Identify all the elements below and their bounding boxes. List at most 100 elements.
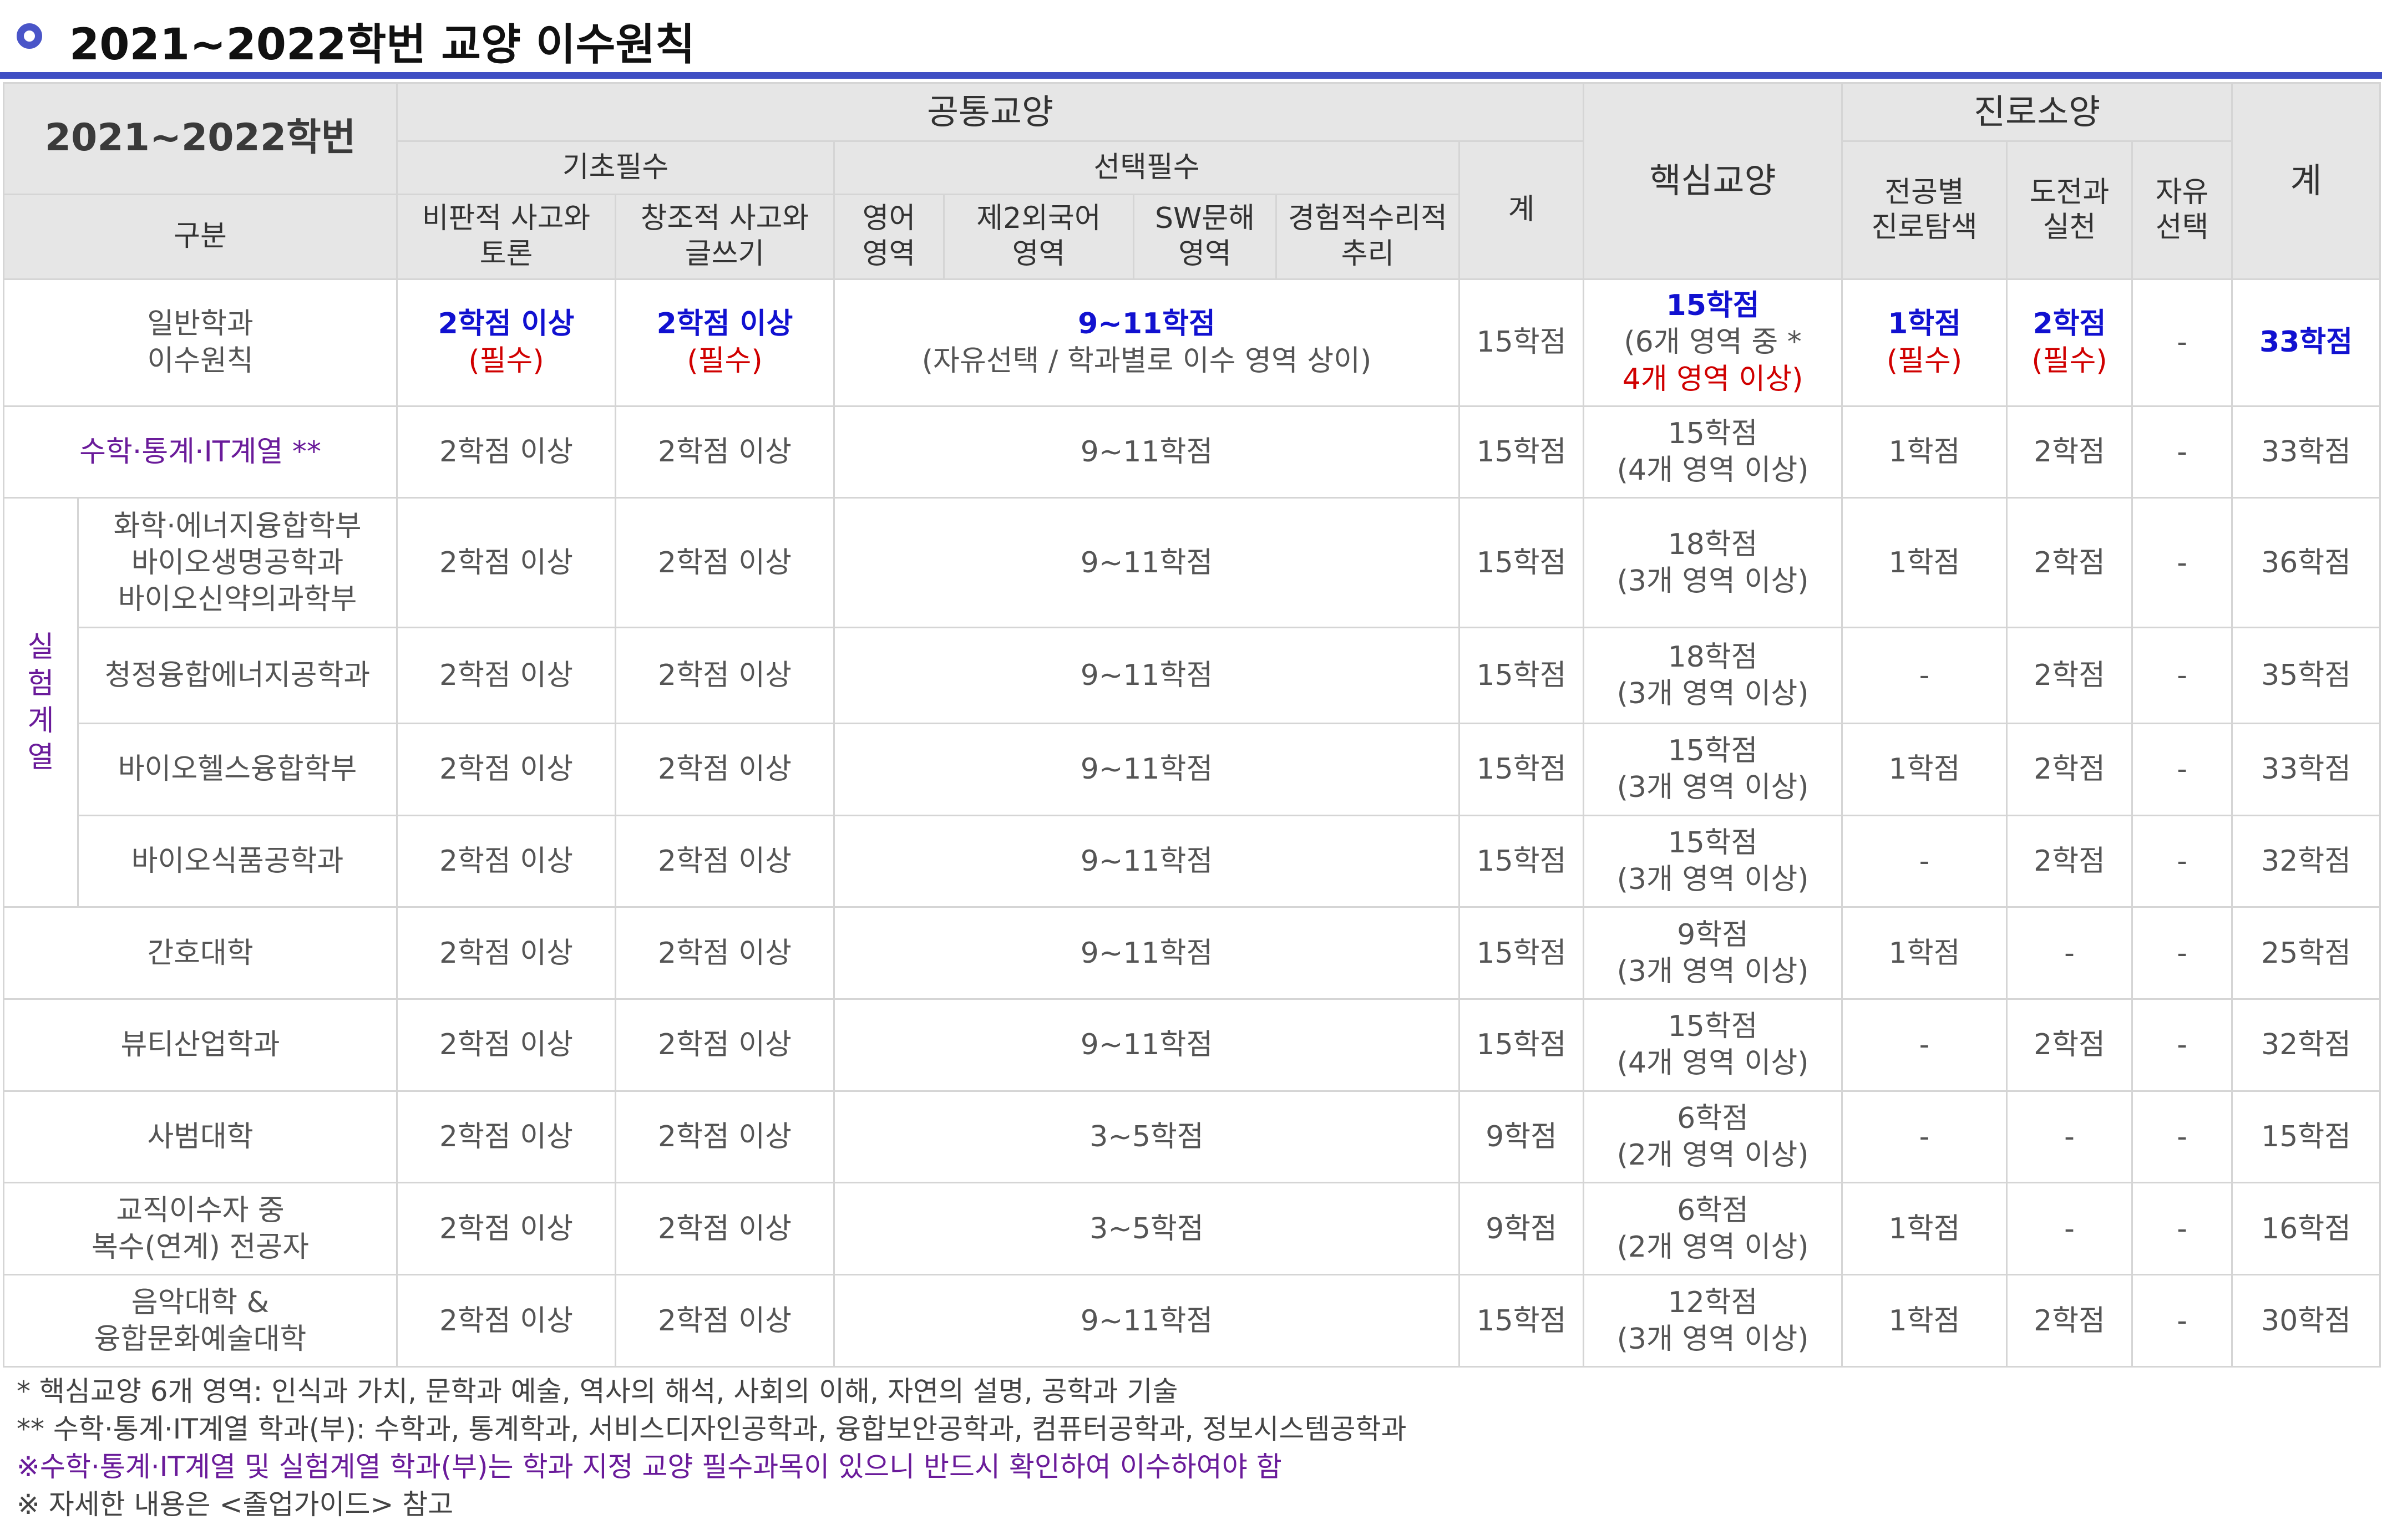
subtotal-cell: 15학점 <box>1458 814 1585 908</box>
total-cell: 25학점 <box>2231 906 2381 1000</box>
total-cell: 33학점 <box>2231 722 2381 816</box>
elective-required-header: 선택필수 <box>833 140 1460 195</box>
title-divider <box>0 72 2382 79</box>
foreign-language-header: 제2외국어 영역 <box>943 193 1134 280</box>
challenge-cell: - <box>2006 906 2133 1000</box>
explore-cell: 1학점 <box>1841 1182 2008 1276</box>
explore-cell: 1학점 (필수) <box>1841 278 2008 407</box>
critical-cell: 2학점 이상 <box>396 998 616 1092</box>
explore-cell: - <box>1841 627 2008 724</box>
challenge-cell: 2학점 <box>2006 998 2133 1092</box>
elective-cell: 9~11학점 <box>833 814 1460 908</box>
total-cell: 32학점 <box>2231 814 2381 908</box>
free-cell: - <box>2131 405 2233 499</box>
challenge-cell: 2학점 <box>2006 1274 2133 1368</box>
row-name: 간호대학 <box>3 906 398 1000</box>
core-cell: 6학점 (2개 영역 이상) <box>1583 1090 1843 1184</box>
explore-cell: - <box>1841 998 2008 1092</box>
career-header: 진로소양 <box>1841 82 2233 143</box>
row-name: 교직이수자 중 복수(연계) 전공자 <box>3 1182 398 1276</box>
elective-cell: 9~11학점 <box>833 906 1460 1000</box>
footnote-core-areas: * 핵심교양 6개 영역: 인식과 가치, 문학과 예술, 역사의 해석, 사회… <box>17 1375 1178 1407</box>
core-cell: 6학점 (2개 영역 이상) <box>1583 1182 1843 1276</box>
explore-cell: 1학점 <box>1841 722 2008 816</box>
critical-cell: 2학점 이상 <box>396 1090 616 1184</box>
free-cell: - <box>2131 627 2233 724</box>
row-name: 음악대학 & 융합문화예술대학 <box>3 1274 398 1368</box>
critical-cell: 2학점 이상 <box>396 627 616 724</box>
core-cell: 15학점 (4개 영역 이상) <box>1583 405 1843 499</box>
elective-cell: 9~11학점 <box>833 998 1460 1092</box>
subtotal-cell: 15학점 <box>1458 998 1585 1092</box>
free-cell: - <box>2131 497 2233 629</box>
total-cell: 35학점 <box>2231 627 2381 724</box>
free-cell: - <box>2131 906 2233 1000</box>
subtotal-cell: 9학점 <box>1458 1182 1585 1276</box>
creative-cell: 2학점 이상 <box>615 1182 835 1276</box>
row-name: 뷰티산업학과 <box>3 998 398 1092</box>
table-row: 간호대학 2학점 이상 2학점 이상 9~11학점 15학점 9학점 (3개 영역… <box>3 906 2381 1000</box>
core-cell: 15학점 (3개 영역 이상) <box>1583 722 1843 816</box>
table-row: 수학·통계·IT계열 ** 2학점 이상 2학점 이상 9~11학점 15학점 … <box>3 405 2381 499</box>
circle-bullet-icon <box>17 23 42 49</box>
explore-cell: - <box>1841 814 2008 908</box>
total-header: 계 <box>2231 82 2381 280</box>
creative-cell: 2학점 이상 (필수) <box>615 278 835 407</box>
row-name: 화학·에너지융합학부 바이오생명공학과 바이오신약의과학부 <box>77 497 398 629</box>
subtotal-header: 계 <box>1458 140 1585 280</box>
elective-cell: 9~11학점 <box>833 405 1460 499</box>
elective-cell: 3~5학점 <box>833 1182 1460 1276</box>
explore-cell: 1학점 <box>1841 497 2008 629</box>
free-cell: - <box>2131 722 2233 816</box>
subtotal-cell: 15학점 <box>1458 497 1585 629</box>
table-row: 뷰티산업학과 2학점 이상 2학점 이상 9~11학점 15학점 15학점 (4개… <box>3 998 2381 1092</box>
creative-cell: 2학점 이상 <box>615 998 835 1092</box>
creative-cell: 2학점 이상 <box>615 722 835 816</box>
critical-thinking-header: 비판적 사고와 토론 <box>396 193 616 280</box>
critical-cell: 2학점 이상 <box>396 497 616 629</box>
critical-cell: 2학점 이상 <box>396 405 616 499</box>
footnote-graduation-guide: ※ 자세한 내용은 <졸업가이드> 참고 <box>17 1488 454 1521</box>
footnote-required-warning: ※수학·통계·IT계열 및 실험계열 학과(부)는 학과 지정 교양 필수과목이… <box>17 1451 1282 1483</box>
subtotal-cell: 9학점 <box>1458 1090 1585 1184</box>
creative-cell: 2학점 이상 <box>615 906 835 1000</box>
elective-cell: 9~11학점 (자유선택 / 학과별로 이수 영역 상이) <box>833 278 1460 407</box>
row-name: 사범대학 <box>3 1090 398 1184</box>
subtotal-cell: 15학점 <box>1458 627 1585 724</box>
challenge-cell: 2학점 <box>2006 405 2133 499</box>
subtotal-cell: 15학점 <box>1458 405 1585 499</box>
critical-cell: 2학점 이상 <box>396 722 616 816</box>
table-row: 바이오헬스융합학부 2학점 이상 2학점 이상 9~11학점 15학점 15학점… <box>4 722 2381 816</box>
elective-cell: 9~11학점 <box>833 1274 1460 1368</box>
row-name: 청정융합에너지공학과 <box>77 627 398 724</box>
creative-cell: 2학점 이상 <box>615 1090 835 1184</box>
major-explore-header: 전공별 진로탐색 <box>1841 140 2008 280</box>
critical-cell: 2학점 이상 <box>396 814 616 908</box>
english-header: 영어 영역 <box>833 193 945 280</box>
critical-cell: 2학점 이상 <box>396 1274 616 1368</box>
core-cell: 15학점 (3개 영역 이상) <box>1583 814 1843 908</box>
total-cell: 33학점 <box>2231 405 2381 499</box>
table-row: 교직이수자 중 복수(연계) 전공자 2학점 이상 2학점 이상 3~5학점 9학… <box>3 1182 2381 1276</box>
total-cell: 36학점 <box>2231 497 2381 629</box>
title-bar: 2021~2022학번 교양 이수원칙 <box>0 0 2382 79</box>
elective-cell: 9~11학점 <box>833 722 1460 816</box>
table-row: 음악대학 & 융합문화예술대학 2학점 이상 2학점 이상 9~11학점 15학점… <box>3 1274 2381 1368</box>
challenge-cell: - <box>2006 1182 2133 1276</box>
creative-cell: 2학점 이상 <box>615 627 835 724</box>
footnotes: * 핵심교양 6개 영역: 인식과 가치, 문학과 예술, 역사의 해석, 사회… <box>17 1373 2363 1523</box>
table-row: 청정융합에너지공학과 2학점 이상 2학점 이상 9~11학점 15학점 18학… <box>4 627 2381 724</box>
core-cell: 18학점 (3개 영역 이상) <box>1583 627 1843 724</box>
row-name: 바이오식품공학과 <box>77 814 398 908</box>
header-row-1: 2021~2022학번 공통교양 핵심교양 진로소양 계 <box>3 82 2381 280</box>
math-reasoning-header: 경험적수리적 추리 <box>1275 193 1460 280</box>
row-name: 일반학과 이수원칙 <box>3 278 398 407</box>
total-cell: 32학점 <box>2231 998 2381 1092</box>
creative-cell: 2학점 이상 <box>615 405 835 499</box>
explore-cell: 1학점 <box>1841 405 2008 499</box>
subtotal-cell: 15학점 <box>1458 1274 1585 1368</box>
row-name: 바이오헬스융합학부 <box>77 722 398 816</box>
curriculum-table: 2021~2022학번 공통교양 핵심교양 진로소양 계 기초필수 선택필수 계… <box>3 82 2381 1368</box>
critical-cell: 2학점 이상 <box>396 1182 616 1276</box>
core-cell: 12학점 (3개 영역 이상) <box>1583 1274 1843 1368</box>
